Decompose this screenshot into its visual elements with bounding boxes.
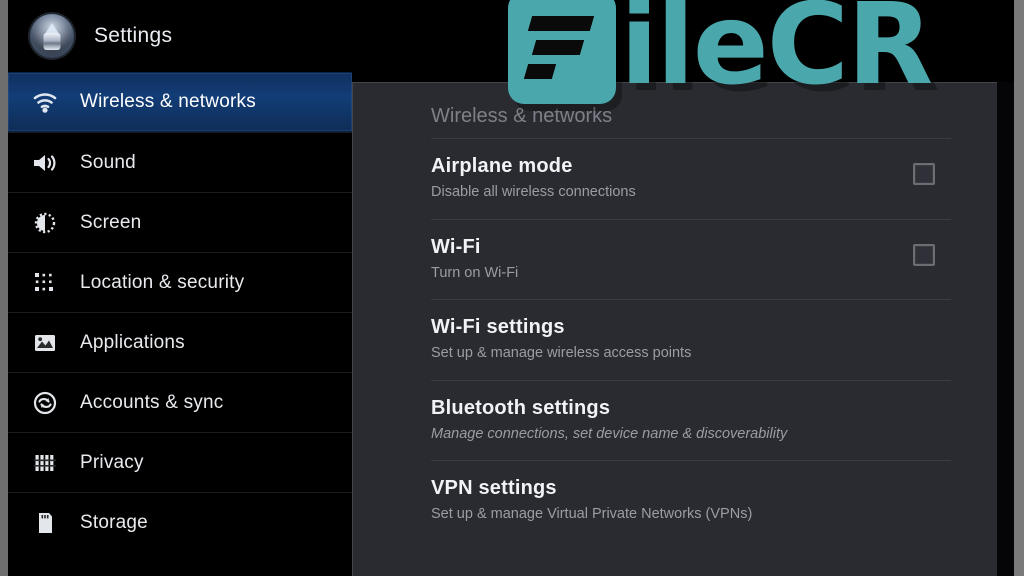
preference-list: Airplane mode Disable all wireless conne… [353,138,997,541]
panel-right-gutter [997,82,1014,576]
preference-row-wifi-settings[interactable]: Wi-Fi settings Set up & manage wireless … [431,299,951,380]
preference-subtitle: Set up & manage Virtual Private Networks… [431,506,753,523]
preference-row-wifi[interactable]: Wi-Fi Turn on Wi-Fi [431,218,951,300]
preference-row-airplane-mode[interactable]: Airplane mode Disable all wireless conne… [431,138,951,219]
wifi-icon [30,87,60,117]
sidebar-item-location-and-security[interactable]: Location & security [8,252,352,312]
sidebar-item-label: Applications [80,331,185,353]
preference-title: Airplane mode [431,155,573,177]
right-bezel-strip [1014,0,1024,576]
sidebar-item-label: Location & security [80,271,245,293]
preference-title: Wi-Fi [431,235,481,258]
preference-title: Bluetooth settings [431,396,611,419]
page-title: Settings [94,24,173,47]
speaker-icon [30,148,60,178]
sidebar-nav-list: Wireless & networks Sound Screen Locatio… [8,72,352,552]
sync-icon [30,388,60,418]
sidebar-item-accounts-and-sync[interactable]: Accounts & sync [8,372,352,432]
sidebar-item-privacy[interactable]: Privacy [8,432,352,492]
applications-icon [30,328,60,358]
sidebar-item-label: Privacy [80,451,144,473]
preference-subtitle: Turn on Wi-Fi [431,264,519,281]
wireless-settings-panel: Wireless & networks Airplane mode Disabl… [352,82,997,576]
preference-title: VPN settings [431,477,557,500]
preference-subtitle: Disable all wireless connections [431,184,636,200]
airplane-mode-checkbox[interactable] [913,163,935,185]
panel-top-background [352,0,1014,82]
storage-card-icon [30,508,60,538]
sidebar-item-label: Sound [80,151,136,173]
sidebar-item-screen[interactable]: Screen [8,192,352,252]
location-grid-icon [30,268,60,298]
sidebar-item-wireless-and-networks[interactable]: Wireless & networks [8,72,352,132]
panel-header-title: Wireless & networks [431,105,613,127]
left-bezel-strip [0,0,8,576]
privacy-icon [30,448,60,478]
settings-header: Settings [8,0,352,72]
preference-subtitle: Set up & manage wireless access points [431,345,692,362]
preference-subtitle: Manage connections, set device name & di… [431,425,788,442]
screen-root: Settings Wireless & networks Sound Scree… [0,0,1024,576]
sidebar-item-label: Screen [80,211,142,233]
brightness-icon [30,208,60,238]
preference-row-vpn-settings[interactable]: VPN settings Set up & manage Virtual Pri… [431,460,951,541]
sidebar-item-label: Wireless & networks [80,91,256,112]
preference-row-bluetooth-settings[interactable]: Bluetooth settings Manage connections, s… [431,379,951,461]
sidebar-item-label: Accounts & sync [80,391,224,413]
settings-badge-icon [30,14,74,58]
sidebar-item-sound[interactable]: Sound [8,132,352,192]
sidebar-item-storage[interactable]: Storage [8,492,352,552]
sidebar-item-applications[interactable]: Applications [8,312,352,372]
sidebar-item-label: Storage [80,511,148,533]
wifi-checkbox[interactable] [913,243,935,266]
settings-sidebar: Settings Wireless & networks Sound Scree… [8,0,352,576]
preference-title: Wi-Fi settings [431,316,565,339]
